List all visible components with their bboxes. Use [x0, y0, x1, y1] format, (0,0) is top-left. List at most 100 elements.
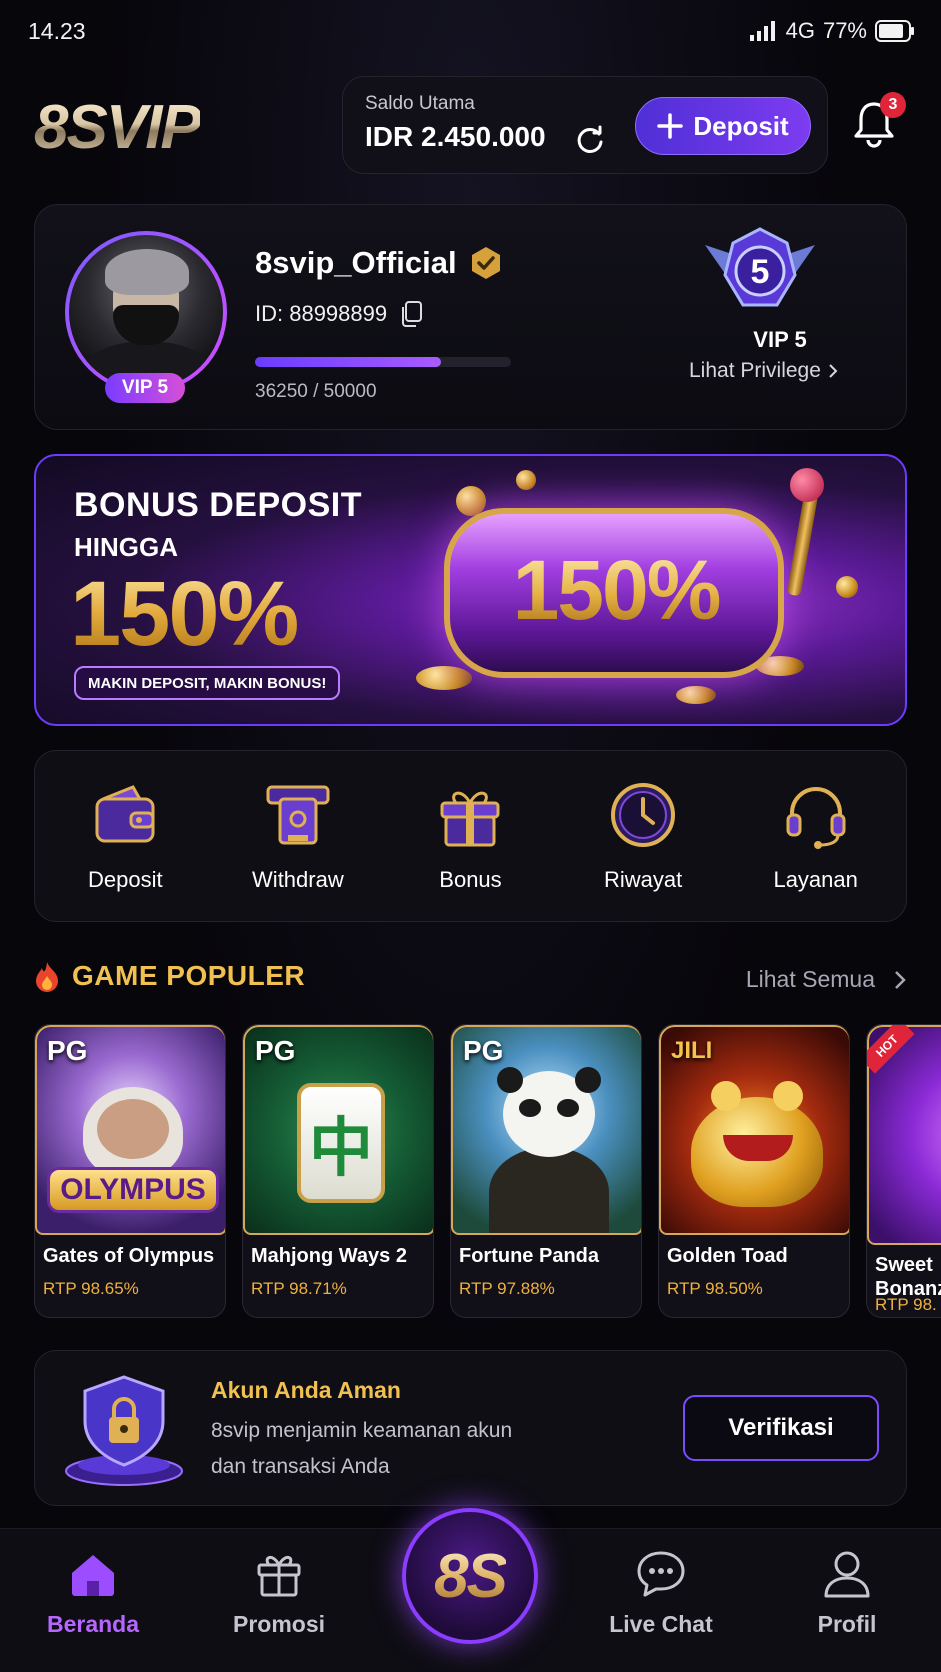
quick-item-history[interactable]: Riwayat — [563, 779, 723, 893]
brand-logo[interactable]: 8SVIP — [34, 92, 202, 163]
quick-item-deposit[interactable]: Deposit — [45, 779, 205, 893]
quick-item-label: Deposit — [88, 867, 163, 892]
see-all-link[interactable]: Lihat Semua — [746, 966, 907, 993]
username: 8svip_Official — [255, 245, 457, 280]
game-rtp: RTP 98. — [875, 1295, 937, 1314]
battery-label: 77% — [822, 18, 867, 43]
chat-icon — [637, 1551, 685, 1597]
nav-item-promo[interactable]: Promosi — [204, 1549, 354, 1638]
signal-icon — [749, 21, 775, 41]
game-art-text: OLYMPUS — [47, 1167, 219, 1213]
game-provider: PG — [463, 1035, 504, 1066]
security-title: Akun Anda Aman — [211, 1377, 401, 1403]
xp-progress-bar — [255, 357, 511, 367]
slot-lever — [786, 485, 820, 597]
clock-icon — [611, 783, 676, 847]
nav-label: Profil — [817, 1611, 877, 1637]
refresh-icon[interactable] — [575, 125, 605, 155]
center-logo: 8S — [434, 1541, 508, 1611]
plus-icon — [657, 113, 684, 139]
balance-label: Saldo Utama — [365, 93, 475, 114]
nav-item-live-chat[interactable]: Live Chat — [586, 1549, 736, 1638]
game-provider: PG — [255, 1035, 296, 1066]
nav-label: Live Chat — [609, 1611, 713, 1637]
game-card-fortune-panda[interactable]: PG Fortune Panda RTP 97.88% — [450, 1024, 642, 1318]
quick-item-bonus[interactable]: Bonus — [390, 779, 550, 893]
game-rtp: RTP 97.88% — [459, 1279, 555, 1298]
nav-label: Beranda — [46, 1611, 140, 1637]
gift-icon — [257, 1556, 301, 1597]
deposit-button-label: Deposit — [693, 110, 789, 141]
game-name: Fortune Panda — [459, 1245, 600, 1267]
nav-item-profile[interactable]: Profil — [772, 1549, 922, 1638]
game-name: Gates of Olympus — [43, 1245, 215, 1267]
center-home-button[interactable]: 8S — [402, 1508, 538, 1644]
game-art-text: 中 — [297, 1083, 385, 1203]
shield-lock-icon — [65, 1375, 183, 1486]
privilege-link-label: Lihat Privilege — [689, 359, 821, 382]
vip-emblem-number: 5 — [751, 253, 770, 291]
quick-item-withdraw[interactable]: Withdraw — [218, 779, 378, 893]
balance-amount: IDR 2.450.000 — [365, 121, 546, 152]
game-card-sweet-bonanza[interactable]: HOT Sweet Bonanza RTP 98. — [866, 1024, 941, 1318]
profile-card: VIP 5 8svip_Official ID: 88998899 36250 … — [34, 204, 907, 430]
verify-button[interactable]: Verifikasi — [683, 1395, 879, 1461]
security-description: 8svip menjamin keamanan akun dan transak… — [211, 1413, 571, 1485]
xp-text: 36250 / 50000 — [255, 381, 377, 402]
xp-progress-fill — [255, 357, 441, 367]
avatar[interactable] — [65, 231, 227, 393]
game-provider: PG — [47, 1035, 88, 1066]
see-all-label: Lihat Semua — [745, 966, 875, 992]
banner-percent: 150% — [70, 563, 299, 665]
quick-item-label: Withdraw — [252, 867, 344, 892]
game-name: Sweet Bonanza — [875, 1254, 941, 1300]
security-desc-line2: dan transaksi Anda — [211, 1455, 390, 1478]
slot-lever-ball — [790, 468, 824, 502]
home-icon — [72, 1555, 114, 1596]
headset-icon — [786, 787, 846, 849]
avatar-image — [69, 235, 223, 389]
popular-games-list: OLYMPUS PG Gates of Olympus RTP 98.65% 中… — [34, 1024, 941, 1320]
username-row: 8svip_Official — [255, 245, 503, 281]
copy-icon[interactable] — [399, 301, 423, 327]
status-time: 14.23 — [28, 18, 86, 44]
chevron-right-icon — [895, 970, 906, 989]
game-card-mahjong-ways-2[interactable]: 中 PG Mahjong Ways 2 RTP 98.71% — [242, 1024, 434, 1318]
status-right: 4G 77% — [749, 18, 915, 44]
game-provider: JILI — [671, 1037, 713, 1064]
game-card-golden-toad[interactable]: JILI Golden Toad RTP 98.50% — [658, 1024, 850, 1318]
vip-pill: VIP 5 — [105, 373, 185, 403]
game-rtp: RTP 98.71% — [251, 1279, 347, 1298]
game-card-gates-of-olympus[interactable]: OLYMPUS PG Gates of Olympus RTP 98.65% — [34, 1024, 226, 1318]
fire-icon — [36, 962, 58, 992]
quick-item-service[interactable]: Layanan — [736, 779, 896, 893]
app-root: 14.23 4G 77% 8SVIP Saldo Utama IDR 2.450… — [0, 0, 941, 1672]
chevron-right-icon — [829, 364, 838, 378]
verified-badge-icon — [471, 247, 500, 279]
vip-level-label: VIP 5 — [753, 327, 807, 352]
security-desc-line1: 8svip menjamin keamanan akun — [211, 1419, 513, 1442]
quick-menu: Deposit Withdraw Bonus Riwayat Layanan — [34, 750, 907, 922]
quick-item-label: Riwayat — [603, 867, 683, 892]
notification-badge: 3 — [880, 92, 906, 118]
quick-item-label: Bonus — [439, 867, 502, 892]
promo-banner[interactable]: 150% BONUS DEPOSIT HINGGA 150% MAKIN DEP… — [34, 454, 907, 726]
user-id: ID: 88998899 — [255, 301, 388, 326]
slot-text: 150% — [456, 542, 776, 639]
privilege-link[interactable]: Lihat Privilege — [689, 359, 839, 383]
network-label: 4G — [785, 18, 815, 43]
gift-icon — [440, 791, 500, 847]
user-icon — [824, 1551, 870, 1598]
deposit-button[interactable]: Deposit — [635, 97, 811, 155]
popular-header: GAME POPULER — [34, 960, 305, 992]
banner-tagline: MAKIN DEPOSIT, MAKIN BONUS! — [74, 666, 341, 700]
wallet-icon — [95, 785, 155, 843]
nav-item-home[interactable]: Beranda — [18, 1549, 168, 1638]
balance-card: Saldo Utama IDR 2.450.000 Deposit — [342, 76, 828, 174]
game-rtp: RTP 98.65% — [43, 1279, 139, 1298]
vip-emblem-icon: 5 — [705, 227, 815, 307]
banner-subtitle: HINGGA — [74, 532, 178, 562]
banner-title: BONUS DEPOSIT — [74, 486, 362, 524]
game-name: Golden Toad — [667, 1245, 788, 1267]
nav-label: Promosi — [232, 1611, 326, 1637]
